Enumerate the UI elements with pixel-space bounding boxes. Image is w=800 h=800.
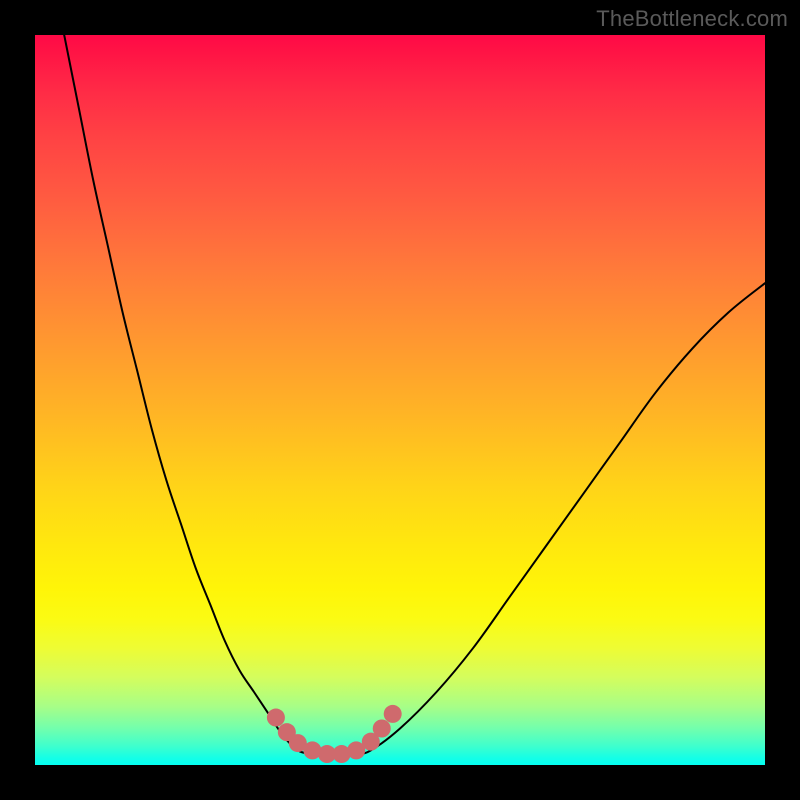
marker-group bbox=[267, 705, 402, 763]
curve-path bbox=[64, 35, 765, 756]
marker-dot bbox=[373, 720, 391, 738]
outer-frame: TheBottleneck.com bbox=[0, 0, 800, 800]
bottleneck-curve bbox=[64, 35, 765, 756]
chart-svg bbox=[35, 35, 765, 765]
marker-dot bbox=[267, 709, 285, 727]
plot-area bbox=[35, 35, 765, 765]
marker-dot bbox=[384, 705, 402, 723]
watermark-text: TheBottleneck.com bbox=[596, 6, 788, 32]
